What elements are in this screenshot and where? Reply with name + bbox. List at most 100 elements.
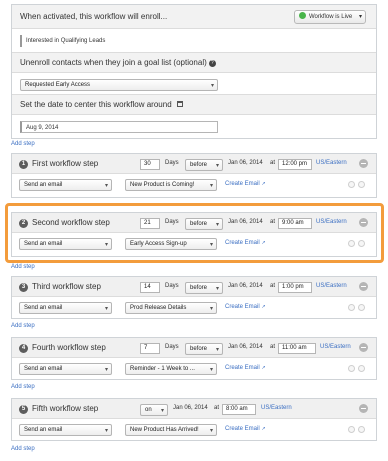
external-link-icon: ↗ <box>261 365 266 371</box>
days-label: Days <box>165 283 179 289</box>
email-select[interactable]: Reminder - 1 Week to ... ▾ <box>125 363 217 375</box>
step-header: 5 Fifth workflow step on ▾ Jan 06, 2014 a… <box>12 399 376 419</box>
time-input[interactable]: 12:00 pm <box>278 159 312 170</box>
action-value: Send an email <box>24 427 63 433</box>
center-date-text: Set the date to center this workflow aro… <box>20 100 172 109</box>
live-label: Workflow is Live <box>309 14 353 20</box>
days-offset-input[interactable]: 7 <box>140 343 160 354</box>
option-circle-icon[interactable] <box>358 365 365 372</box>
chevron-down-icon: ▾ <box>215 347 219 353</box>
chevron-down-icon: ▾ <box>209 183 213 189</box>
chevron-down-icon: ▾ <box>209 367 213 373</box>
chevron-down-icon: ▾ <box>104 367 108 373</box>
days-label: Days <box>165 344 179 350</box>
step-date: Jan 06, 2014 <box>228 283 263 289</box>
remove-step-icon[interactable] <box>359 282 368 291</box>
option-circle-icon[interactable] <box>358 426 365 433</box>
step-number-badge: 5 <box>19 405 28 414</box>
email-value: New Product Has Arrived! <box>130 427 199 433</box>
option-circle-icon[interactable] <box>358 304 365 311</box>
at-label: at <box>270 160 276 166</box>
step-highlight-frame <box>5 203 384 263</box>
list-row: Interested in Qualifying Leads <box>12 29 376 53</box>
chevron-down-icon: ▾ <box>215 163 219 169</box>
create-email-link[interactable]: Create Email ↗ <box>225 426 266 432</box>
unenroll-label: Unenroll contacts when they join a goal … <box>20 58 216 67</box>
add-step-link[interactable]: Add step <box>11 264 35 270</box>
workflow-live-toggle[interactable]: Workflow is Live ▾ <box>294 10 366 24</box>
chevron-down-icon: ▾ <box>215 286 219 292</box>
action-value: Send an email <box>24 182 63 188</box>
timezone-link[interactable]: US/Eastern <box>316 160 347 166</box>
relation-select[interactable]: before ▾ <box>185 282 223 294</box>
step-date: Jan 06, 2014 <box>228 344 263 350</box>
at-label: at <box>270 344 276 350</box>
create-email-text: Create Email <box>225 304 260 310</box>
add-step-link[interactable]: Add step <box>11 141 35 147</box>
create-email-link[interactable]: Create Email ↗ <box>225 304 266 310</box>
live-status-dot <box>299 12 306 19</box>
help-icon[interactable]: ? <box>208 60 216 67</box>
unenroll-row: Unenroll contacts when they join a goal … <box>12 53 376 73</box>
at-label: at <box>270 283 276 289</box>
remove-step-icon[interactable] <box>359 343 368 352</box>
email-select[interactable]: Prod Release Details ▾ <box>125 302 217 314</box>
step-date: Jan 06, 2014 <box>228 160 263 166</box>
relation-value: on <box>145 407 152 413</box>
time-input[interactable]: 11:00 am <box>278 343 316 354</box>
email-select[interactable]: New Product is Coming! ▾ <box>125 179 217 191</box>
center-date-row: Set the date to center this workflow aro… <box>12 95 376 115</box>
step-number-badge: 3 <box>19 283 28 292</box>
relation-select[interactable]: on ▾ <box>140 404 168 416</box>
step-header: 3 Third workflow step 14 Days before ▾ Ja… <box>12 277 376 297</box>
relation-value: before <box>190 162 208 168</box>
action-select[interactable]: Send an email ▾ <box>19 179 112 191</box>
option-circle-icon[interactable] <box>348 426 355 433</box>
add-step-link[interactable]: Add step <box>11 446 35 452</box>
workflow-step-4: 4 Fourth workflow step 7 Days before ▾ Ja… <box>11 337 377 380</box>
external-link-icon: ↗ <box>261 304 266 310</box>
enroll-list-field[interactable]: Interested in Qualifying Leads <box>20 35 134 47</box>
chevron-down-icon: ▾ <box>104 428 108 434</box>
timezone-link[interactable]: US/Eastern <box>320 344 351 350</box>
option-circle-icon[interactable] <box>348 304 355 311</box>
enroll-row: When activated, this workflow will enrol… <box>12 5 376 29</box>
timezone-link[interactable]: US/Eastern <box>316 283 347 289</box>
create-email-text: Create Email <box>225 426 260 432</box>
action-select[interactable]: Send an email ▾ <box>19 424 112 436</box>
option-circle-icon[interactable] <box>348 181 355 188</box>
time-input[interactable]: 1:00 pm <box>278 282 312 293</box>
at-label: at <box>214 405 220 411</box>
relation-select[interactable]: before ▾ <box>185 159 223 171</box>
goal-list-select[interactable]: Requested Early Access ▾ <box>20 79 218 91</box>
step-title: Third workflow step <box>32 282 101 291</box>
email-select[interactable]: New Product Has Arrived! ▾ <box>125 424 217 436</box>
chevron-down-icon: ▾ <box>209 306 213 312</box>
action-select[interactable]: Send an email ▾ <box>19 363 112 375</box>
relation-select[interactable]: before ▾ <box>185 343 223 355</box>
step-header: 4 Fourth workflow step 7 Days before ▾ Ja… <box>12 338 376 358</box>
external-link-icon: ↗ <box>261 181 266 187</box>
create-email-link[interactable]: Create Email ↗ <box>225 365 266 371</box>
action-select[interactable]: Send an email ▾ <box>19 302 112 314</box>
create-email-link[interactable]: Create Email ↗ <box>225 181 266 187</box>
calendar-icon[interactable] <box>176 101 183 107</box>
relation-value: before <box>190 346 208 352</box>
days-label: Days <box>165 160 179 166</box>
add-step-link[interactable]: Add step <box>11 323 35 329</box>
step-title: First workflow step <box>32 159 99 168</box>
option-circle-icon[interactable] <box>358 181 365 188</box>
remove-step-icon[interactable] <box>359 159 368 168</box>
time-input[interactable]: 8:00 am <box>222 404 256 415</box>
days-offset-input[interactable]: 14 <box>140 282 160 293</box>
option-circle-icon[interactable] <box>348 365 355 372</box>
timezone-link[interactable]: US/Eastern <box>261 405 292 411</box>
chevron-down-icon: ▾ <box>210 83 214 89</box>
add-step-link[interactable]: Add step <box>11 384 35 390</box>
unenroll-text: Unenroll contacts when they join a goal … <box>20 58 207 67</box>
days-offset-input[interactable]: 30 <box>140 159 160 170</box>
step-date: Jan 06, 2014 <box>173 405 208 411</box>
relation-value: before <box>190 285 208 291</box>
center-date-input[interactable]: Aug 9, 2014 <box>20 121 218 133</box>
remove-step-icon[interactable] <box>359 404 368 413</box>
